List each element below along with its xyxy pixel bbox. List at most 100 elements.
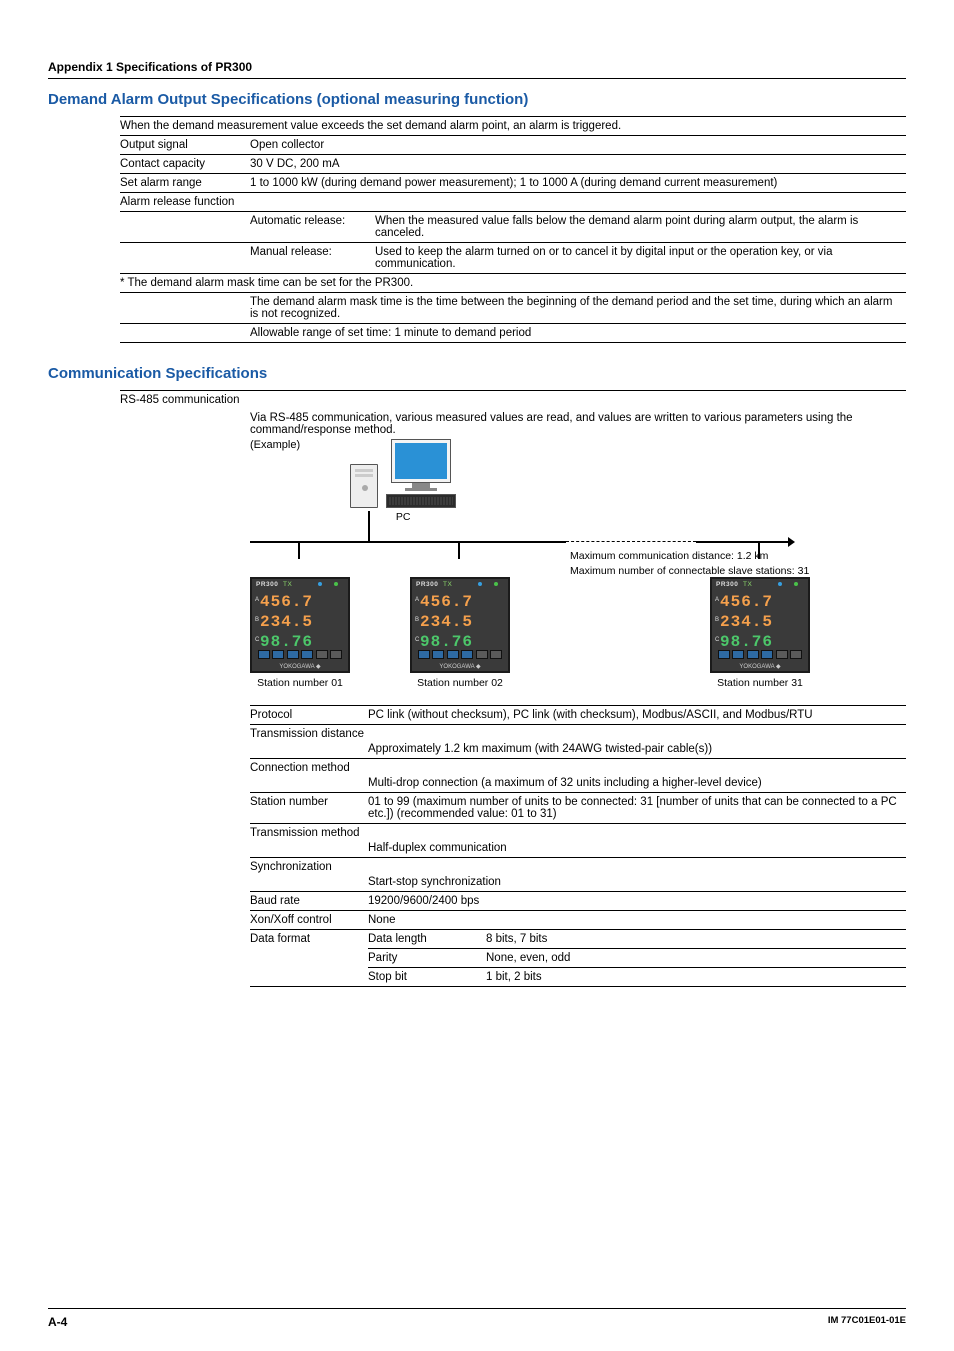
table-row: Station number 01 to 99 (maximum number …	[250, 793, 906, 824]
empty-cell	[120, 409, 250, 439]
station-label: Station number 01	[257, 677, 343, 689]
row-label: Xon/Xoff control	[250, 911, 368, 930]
demand-alarm-content: When the demand measurement value exceed…	[120, 116, 906, 343]
empty-cell	[120, 324, 250, 343]
device-display-3: 98.76	[720, 633, 800, 651]
device-display-2: 234.5	[260, 613, 340, 631]
auto-release-label: Automatic release:	[250, 212, 375, 243]
row-label: Transmission method	[250, 824, 906, 840]
table-row: Via RS-485 communication, various measur…	[120, 409, 906, 439]
table-row: Manual release: Used to keep the alarm t…	[120, 243, 906, 274]
pr300-device-icon: PR300 TX ABC 456.7 234.5 98.76 YOKOGAWA …	[250, 577, 350, 673]
table-row: Synchronization	[250, 858, 906, 874]
pr300-device-icon: PR300 TX ABC 456.7 234.5 98.76 YOKOGAWA …	[710, 577, 810, 673]
row-label: Connection method	[250, 759, 906, 775]
row-label: Data format	[250, 930, 368, 949]
led-blue-icon	[318, 582, 322, 586]
device-row: PR300 TX ABC 456.7 234.5 98.76 YOKOGAWA …	[250, 577, 906, 689]
row-value: Half-duplex communication	[368, 839, 906, 858]
device-brand: PR300	[416, 581, 438, 588]
empty-cell	[250, 740, 368, 759]
table-row: The demand alarm mask time is the time b…	[120, 293, 906, 324]
arrow-right-icon	[788, 537, 795, 547]
device-footer: YOKOGAWA ◆	[252, 663, 348, 670]
section-title-communication: Communication Specifications	[48, 365, 906, 382]
document-id: IM 77C01E01-01E	[828, 1315, 906, 1329]
table-row: Automatic release: When the measured val…	[120, 212, 906, 243]
rs485-desc: Via RS-485 communication, various measur…	[250, 409, 906, 439]
pc-illustration: PC	[350, 439, 456, 523]
row-value: Start-stop synchronization	[368, 873, 906, 892]
device-footer: YOKOGAWA ◆	[412, 663, 508, 670]
device-wrap: PR300 TX ABC 456.7 234.5 98.76 YOKOGAWA …	[710, 577, 810, 689]
empty-cell	[250, 839, 368, 858]
station-label: Station number 02	[417, 677, 503, 689]
device-wrap: PR300 TX ABC 456.7 234.5 98.76 YOKOGAWA …	[410, 577, 510, 689]
table-row: Allowable range of set time: 1 minute to…	[120, 324, 906, 343]
empty-cell	[250, 774, 368, 793]
table-row: Alarm release function	[120, 193, 906, 212]
device-wrap: PR300 TX ABC 456.7 234.5 98.76 YOKOGAWA …	[250, 577, 350, 689]
device-display-1: 456.7	[720, 593, 800, 611]
manual-release-value: Used to keep the alarm turned on or to c…	[375, 243, 906, 274]
row-value: PC link (without checksum), PC link (wit…	[368, 706, 906, 725]
rs485-header-table: RS-485 communication Via RS-485 communic…	[120, 390, 906, 439]
table-row: Set alarm range 1 to 1000 kW (during dem…	[120, 174, 906, 193]
table-row: Output signal Open collector	[120, 136, 906, 155]
led-green-icon	[794, 582, 798, 586]
row-label: Protocol	[250, 706, 368, 725]
bus-line	[250, 525, 906, 573]
sub-value: 8 bits, 7 bits	[486, 930, 906, 949]
table-row: Baud rate 19200/9600/2400 bps	[250, 892, 906, 911]
table-row: Contact capacity 30 V DC, 200 mA	[120, 155, 906, 174]
rs485-label: RS-485 communication	[120, 391, 906, 410]
table-row: * The demand alarm mask time can be set …	[120, 274, 906, 293]
table-row: Connection method	[250, 759, 906, 775]
pc-monitor-icon	[386, 439, 456, 508]
row-value: None	[368, 911, 906, 930]
manual-release-label: Manual release:	[250, 243, 375, 274]
row-label: Synchronization	[250, 858, 906, 874]
led-blue-icon	[478, 582, 482, 586]
demand-alarm-table: When the demand measurement value exceed…	[120, 116, 906, 343]
row-value: 01 to 99 (maximum number of units to be …	[368, 793, 906, 824]
sub-label: Stop bit	[368, 968, 486, 987]
led-green-icon	[334, 582, 338, 586]
row-label: Output signal	[120, 136, 250, 155]
pr300-device-icon: PR300 TX ABC 456.7 234.5 98.76 YOKOGAWA …	[410, 577, 510, 673]
table-row: Half-duplex communication	[250, 839, 906, 858]
device-display-2: 234.5	[420, 613, 500, 631]
auto-release-value: When the measured value falls below the …	[375, 212, 906, 243]
device-brand: PR300	[716, 581, 738, 588]
device-display-1: 456.7	[420, 593, 500, 611]
example-label: (Example)	[250, 439, 300, 451]
sub-label: Data length	[368, 930, 486, 949]
table-row: Multi-drop connection (a maximum of 32 u…	[250, 774, 906, 793]
row-value: 19200/9600/2400 bps	[368, 892, 906, 911]
device-display-3: 98.76	[260, 633, 340, 651]
sub-value: None, even, odd	[486, 949, 906, 968]
device-display-3: 98.76	[420, 633, 500, 651]
sub-value: 1 bit, 2 bits	[486, 968, 906, 987]
empty-cell	[250, 873, 368, 892]
row-value: Approximately 1.2 km maximum (with 24AWG…	[368, 740, 906, 759]
pc-tower-icon	[350, 464, 378, 508]
table-row: RS-485 communication	[120, 391, 906, 410]
keyboard-icon	[386, 494, 456, 508]
communication-content: RS-485 communication Via RS-485 communic…	[120, 390, 906, 987]
empty-cell	[120, 212, 250, 243]
device-footer: YOKOGAWA ◆	[712, 663, 808, 670]
row-value: Multi-drop connection (a maximum of 32 u…	[368, 774, 906, 793]
empty-cell	[250, 949, 368, 968]
device-brand: PR300	[256, 581, 278, 588]
demand-intro: When the demand measurement value exceed…	[120, 117, 906, 136]
device-display-2: 234.5	[720, 613, 800, 631]
table-row: Parity None, even, odd	[250, 949, 906, 968]
alarm-release-label: Alarm release function	[120, 193, 906, 212]
row-label: Station number	[250, 793, 368, 824]
communication-spec-table: Protocol PC link (without checksum), PC …	[250, 705, 906, 987]
rs485-diagram: (Example) PC Maximum communication dista…	[250, 439, 906, 689]
empty-cell	[250, 968, 368, 987]
table-row: Start-stop synchronization	[250, 873, 906, 892]
mask-note-body: The demand alarm mask time is the time b…	[250, 293, 906, 324]
